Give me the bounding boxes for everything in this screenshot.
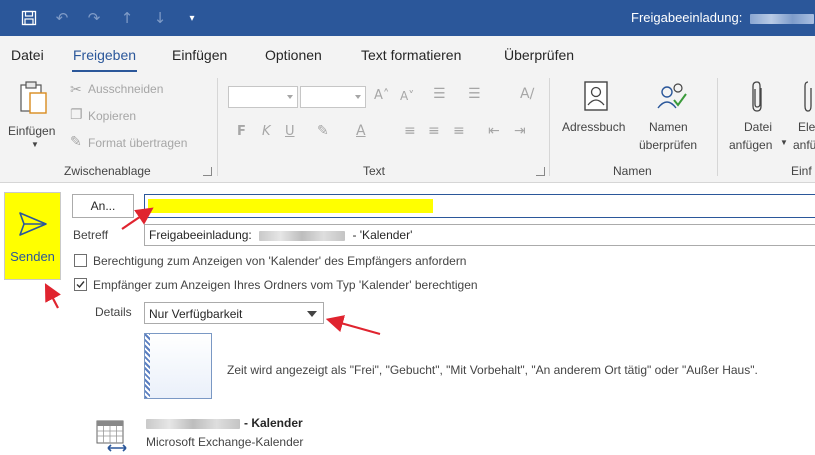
scissors-icon: ✂: [70, 82, 82, 98]
save-icon[interactable]: [19, 8, 39, 28]
clipboard-group-label: Zwischenablage: [64, 164, 151, 178]
underline-button[interactable]: U: [285, 124, 295, 139]
font-size-combo[interactable]: [300, 86, 366, 108]
tab-einfuegen[interactable]: Einfügen: [172, 47, 227, 63]
tab-datei[interactable]: Datei: [11, 47, 44, 63]
check-names-icon: [657, 83, 687, 109]
chevron-down-icon: [307, 311, 317, 317]
paperclip-icon: [752, 81, 762, 112]
cut-button[interactable]: Ausschneiden: [88, 82, 163, 96]
redacted-name: [749, 13, 814, 24]
format-painter-icon: ✎: [70, 134, 82, 150]
subject-field[interactable]: Freigabeeinladung: - 'Kalender': [144, 224, 815, 246]
send-button[interactable]: Senden: [4, 192, 61, 280]
paste-label: Einfügen: [8, 124, 56, 138]
copy-button[interactable]: Kopieren: [88, 109, 136, 123]
to-field[interactable]: [144, 194, 815, 218]
menu-bar: Datei Freigeben Einfügen Optionen Text f…: [0, 36, 815, 73]
grant-permission-checkbox[interactable]: [74, 278, 87, 291]
redacted-name: [146, 418, 240, 429]
grant-permission-label: Empfänger zum Anzeigen Ihres Ordners vom…: [93, 278, 478, 292]
numbering-icon[interactable]: ☰: [468, 86, 481, 102]
calendar-suffix: - Kalender: [244, 416, 303, 430]
increase-indent-icon[interactable]: ⇥: [514, 123, 526, 139]
bold-button[interactable]: F: [237, 124, 246, 139]
customize-icon[interactable]: ▾: [182, 8, 202, 28]
tab-freigeben[interactable]: Freigeben: [71, 47, 138, 73]
names-group-label: Namen: [613, 164, 652, 178]
include-group-label: Einf: [791, 164, 812, 178]
down-arrow-icon[interactable]: ↓: [150, 8, 170, 28]
attach-item-button[interactable]: Ele: [798, 120, 815, 134]
calendar-owner: - Kalender: [146, 416, 303, 430]
send-label: Senden: [10, 249, 55, 264]
subject-prefix: Freigabeeinladung:: [149, 228, 252, 242]
format-painter-button[interactable]: Format übertragen: [88, 136, 187, 150]
group-divider: [217, 78, 218, 176]
annotation-arrow-details: [325, 315, 381, 336]
up-arrow-icon[interactable]: ↑: [117, 8, 137, 28]
redacted-name: [259, 230, 346, 241]
details-value: Nur Verfügbarkeit: [149, 307, 243, 321]
attach-file-button[interactable]: Datei: [744, 120, 772, 134]
paste-button[interactable]: Einfügen ▼: [5, 76, 59, 156]
clipboard-icon: [20, 81, 47, 114]
highlight-icon[interactable]: ✎: [317, 123, 329, 139]
annotation-arrow-send: [44, 283, 61, 309]
clipboard-launcher-icon[interactable]: [203, 167, 212, 176]
font-name-combo[interactable]: [228, 86, 298, 108]
request-permission-label: Berechtigung zum Anzeigen von 'Kalender'…: [93, 254, 467, 268]
subject-suffix: - 'Kalender': [352, 228, 413, 242]
clear-formatting-icon[interactable]: A∕: [520, 86, 534, 102]
to-button[interactable]: An...: [72, 194, 134, 218]
shrink-font-icon[interactable]: A˅: [400, 89, 414, 103]
address-book-button[interactable]: Adressbuch: [562, 120, 625, 134]
send-icon: [19, 212, 47, 236]
redo-icon[interactable]: ↷: [84, 8, 104, 28]
subject-label: Betreff: [73, 228, 109, 242]
group-divider: [717, 78, 718, 176]
align-center-icon[interactable]: ≡: [428, 123, 440, 139]
tab-optionen[interactable]: Optionen: [265, 47, 322, 63]
align-left-icon[interactable]: ≡: [404, 123, 416, 139]
details-label: Details: [95, 305, 132, 319]
calendar-icon: [96, 420, 127, 452]
chevron-down-icon: ▼: [780, 138, 788, 147]
redacted-recipient: [148, 199, 433, 213]
italic-button[interactable]: K: [262, 124, 271, 139]
text-launcher-icon[interactable]: [536, 167, 545, 176]
check-names-button[interactable]: Namen: [649, 120, 688, 134]
copy-icon: ❐: [70, 107, 83, 123]
font-color-icon[interactable]: A: [356, 123, 366, 139]
text-group-label: Text: [363, 164, 386, 178]
window-title-text: Freigabeeinladung:: [631, 10, 743, 25]
details-dropdown[interactable]: Nur Verfügbarkeit: [144, 302, 324, 324]
group-divider: [549, 78, 550, 176]
tab-ueberpruefen[interactable]: Überprüfen: [504, 47, 574, 63]
align-right-icon[interactable]: ≡: [453, 123, 465, 139]
title-bar: ↶ ↷ ↑ ↓ ▾ Freigabeeinladung:: [0, 0, 815, 36]
address-book-icon: [584, 81, 608, 111]
grow-font-icon[interactable]: A˄: [374, 88, 389, 103]
attach-file-button-line2: anfügen: [729, 138, 773, 152]
attach-item-icon: [804, 81, 812, 112]
chevron-down-icon: ▼: [31, 140, 39, 149]
checkmark-icon: [76, 281, 85, 289]
calendar-type: Microsoft Exchange-Kalender: [146, 435, 304, 449]
request-permission-checkbox[interactable]: [74, 254, 87, 267]
window-title: Freigabeeinladung:: [631, 10, 814, 25]
attach-item-button-line2: anfü: [793, 138, 815, 152]
preview-description: Zeit wird angezeigt als "Frei", "Gebucht…: [227, 363, 758, 377]
decrease-indent-icon[interactable]: ⇤: [488, 123, 500, 139]
check-names-button-line2: überprüfen: [639, 138, 698, 152]
tab-text-formatieren[interactable]: Text formatieren: [361, 47, 461, 63]
calendar-preview-image: [144, 333, 212, 399]
bullets-icon[interactable]: ☰: [433, 86, 446, 102]
ribbon: Einfügen ▼ ✂ Ausschneiden ❐ Kopieren ✎ F…: [0, 72, 815, 183]
undo-icon[interactable]: ↶: [52, 8, 72, 28]
